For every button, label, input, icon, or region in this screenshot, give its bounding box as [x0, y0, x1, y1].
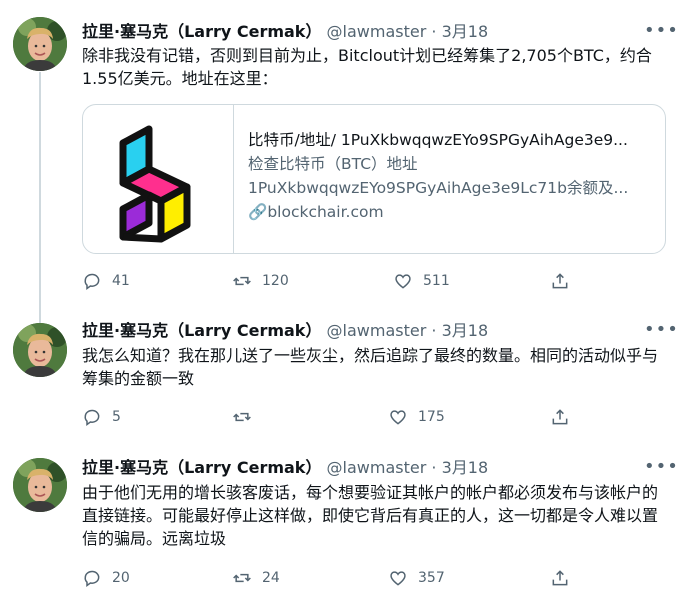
- reply-button[interactable]: 41: [82, 269, 130, 293]
- thread-connector-line: [39, 72, 41, 326]
- more-dots-icon[interactable]: •••: [644, 321, 678, 345]
- retweet-count: 120: [262, 273, 289, 289]
- heart-icon: [390, 410, 406, 425]
- reply-count: 20: [112, 570, 130, 586]
- like-button[interactable]: 357: [388, 566, 445, 590]
- reply-icon: [84, 570, 100, 587]
- tweet-header: 拉里·塞马克（Larry Cermak） @lawmaster · 3月18: [82, 21, 488, 43]
- reply-count: 5: [112, 409, 121, 425]
- separator-dot: ·: [431, 458, 437, 477]
- like-button[interactable]: 511: [393, 269, 450, 293]
- card-description-line2: 1PuXkbwqqwzEYo9SPGyAihAge3e9Lc71b余额及...: [248, 179, 629, 197]
- avatar[interactable]: [13, 458, 67, 512]
- tweet-text: 由于他们无用的增长骇客废话，每个想要验证其帐户的帐户都必须发布与该帐户的直接链接…: [82, 483, 659, 548]
- share-button[interactable]: [550, 405, 570, 429]
- tweet-date[interactable]: 3月18: [442, 321, 489, 340]
- author-name[interactable]: 拉里·塞马克（Larry Cermak）: [82, 22, 321, 41]
- retweet-count: 24: [262, 570, 280, 586]
- separator-dot: ·: [431, 22, 437, 41]
- reply-icon: [84, 273, 100, 290]
- retweet-icon: [233, 412, 251, 422]
- author-handle[interactable]: @lawmaster: [327, 321, 427, 340]
- heart-icon: [390, 571, 406, 586]
- more-dots-icon[interactable]: •••: [644, 458, 678, 482]
- card-description-line1: 检查比特币（BTC）地址: [248, 155, 418, 173]
- like-count: 511: [423, 273, 450, 289]
- like-button[interactable]: 175: [388, 405, 445, 429]
- card-body: 比特币/地址/ 1PuXkbwqqwzEYo9SPGyAihAge3e9... …: [248, 128, 658, 224]
- card-thumbnail: [83, 105, 234, 253]
- tweet-header: 拉里·塞马克（Larry Cermak） @lawmaster · 3月18: [82, 320, 488, 342]
- tweet-actions: 20 24 357: [82, 566, 582, 590]
- more-dots-icon[interactable]: •••: [644, 22, 678, 46]
- share-button[interactable]: [550, 269, 570, 293]
- author-handle[interactable]: @lawmaster: [327, 458, 427, 477]
- reply-icon: [84, 409, 100, 426]
- card-title: 比特币/地址/ 1PuXkbwqqwzEYo9SPGyAihAge3e9...: [248, 131, 628, 149]
- card-domain-row: 🔗blockchair.com: [248, 200, 658, 224]
- retweet-icon: [233, 573, 251, 583]
- separator-dot: ·: [431, 321, 437, 340]
- tweet-actions: 41 120 511: [82, 269, 582, 293]
- retweet-button[interactable]: 24: [232, 566, 280, 590]
- share-icon: [552, 273, 568, 289]
- tweet-text: 我怎么知道？我在那儿送了一些灰尘，然后追踪了最终的数量。相同的活动似乎与筹集的金…: [82, 346, 659, 388]
- like-count: 357: [418, 570, 445, 586]
- tweet-actions: 5 175: [82, 405, 582, 429]
- reply-button[interactable]: 5: [82, 405, 121, 429]
- like-count: 175: [418, 409, 445, 425]
- bitclout-logo: [119, 125, 191, 243]
- reply-button[interactable]: 20: [82, 566, 130, 590]
- tweet-header: 拉里·塞马克（Larry Cermak） @lawmaster · 3月18: [82, 457, 488, 479]
- heart-icon: [395, 274, 411, 289]
- retweet-button[interactable]: [232, 405, 262, 429]
- tweet-date[interactable]: 3月18: [442, 22, 489, 41]
- avatar[interactable]: [13, 17, 67, 71]
- avatar[interactable]: [13, 323, 67, 377]
- share-icon: [552, 570, 568, 586]
- tweet-text: 除非我没有记错，否则到目前为止，Bitclout计划已经筹集了2,705个BTC…: [82, 46, 652, 88]
- card-domain: blockchair.com: [267, 203, 384, 221]
- author-name[interactable]: 拉里·塞马克（Larry Cermak）: [82, 321, 321, 340]
- reply-count: 41: [112, 273, 130, 289]
- author-handle[interactable]: @lawmaster: [327, 22, 427, 41]
- share-icon: [552, 409, 568, 425]
- share-button[interactable]: [550, 566, 570, 590]
- retweet-button[interactable]: 120: [232, 269, 289, 293]
- author-name[interactable]: 拉里·塞马克（Larry Cermak）: [82, 458, 321, 477]
- link-icon: 🔗: [248, 203, 268, 221]
- retweet-icon: [233, 276, 251, 286]
- tweet-date[interactable]: 3月18: [442, 458, 489, 477]
- link-card[interactable]: 比特币/地址/ 1PuXkbwqqwzEYo9SPGyAihAge3e9... …: [82, 104, 666, 254]
